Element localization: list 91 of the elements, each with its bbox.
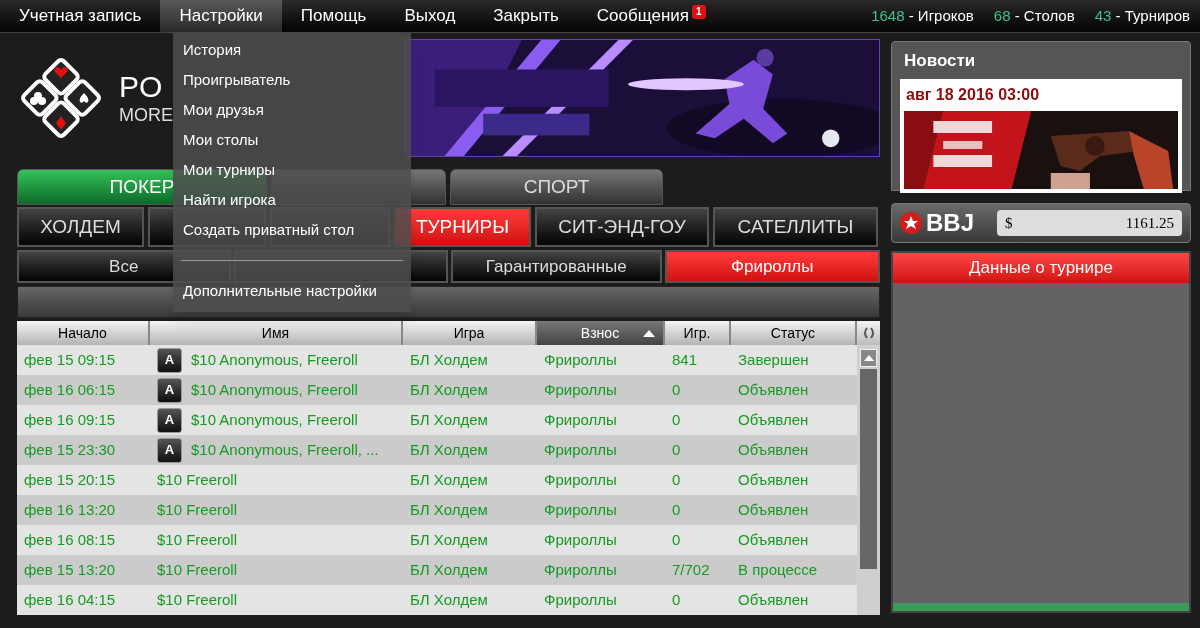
menu-item[interactable]: Выход (385, 0, 475, 32)
column-header[interactable]: Начало (17, 321, 150, 345)
table-cell-text: $10 Anonymous, Freeroll (191, 349, 358, 370)
menu-option[interactable]: Проигрыватель (173, 65, 411, 95)
table-cell-text: БЛ Холдем (410, 529, 488, 550)
table-cell-text: фев 16 04:15 (24, 589, 116, 610)
table-cell-text: фев 16 09:15 (24, 409, 116, 430)
notification-badge: 1 (692, 5, 706, 19)
menu-item[interactable]: Настройки (160, 0, 282, 32)
tab[interactable]: САТЕЛЛИТЫ (713, 207, 878, 247)
table-cell-text: $10 Anonymous, Freeroll (191, 379, 358, 400)
table-cell-text: фев 15 23:30 (24, 439, 116, 460)
table-cell-text: БЛ Холдем (410, 469, 488, 490)
column-header[interactable]: Игра (403, 321, 537, 345)
stat-text: 1648 - Игроков (871, 5, 974, 26)
anonymous-badge: A (157, 347, 182, 373)
stat-text: 43 - Турниров (1094, 5, 1190, 26)
table-cell-text: $10 Anonymous, Freeroll (191, 409, 358, 430)
table-cell-text: $10 Freeroll (157, 589, 238, 610)
column-header[interactable]: Игр. (665, 321, 731, 345)
menu-option[interactable]: История (173, 35, 411, 65)
table-cell-text: Фрироллы (544, 409, 617, 430)
table-cell-text: фев 16 06:15 (24, 379, 116, 400)
table-cell-text: 841 (672, 349, 698, 370)
table-cell-text: 0 (672, 409, 681, 430)
table-cell-text: 7/702 (672, 559, 710, 580)
table-cell-text: фев 16 13:20 (24, 499, 116, 520)
table-cell-text: БЛ Холдем (410, 349, 488, 370)
jackpot-label: BBJ (926, 208, 974, 238)
menu-option[interactable]: Мои столы (173, 125, 411, 155)
table-cell-text: БЛ Холдем (410, 409, 488, 430)
tab[interactable]: Гарантированные (451, 250, 662, 283)
table-cell-text: $10 Freeroll (157, 559, 238, 580)
tab[interactable]: Фрироллы (664, 250, 880, 283)
table-cell-text: Фрироллы (544, 469, 617, 490)
column-header[interactable]: Взнос (537, 321, 665, 345)
logo-title: PO (119, 72, 164, 102)
jackpot-amount: 1161.25 (1125, 213, 1174, 233)
table-cell-text: 0 (672, 469, 681, 490)
menu-item[interactable]: Помощь (281, 0, 386, 32)
tab[interactable]: СПОРТ (450, 169, 663, 205)
table-cell-text: Фрироллы (544, 349, 617, 370)
table-cell-text: $10 Freeroll (157, 469, 238, 490)
table-cell-text: 0 (672, 499, 681, 520)
table-cell-text: Объявлен (738, 499, 809, 520)
table-cell-text: БЛ Холдем (410, 559, 488, 580)
table-cell-text: БЛ Холдем (410, 379, 488, 400)
table-cell-text: 0 (672, 439, 681, 460)
table-cell-text: Фрироллы (544, 379, 617, 400)
tab[interactable]: ХОЛДЕМ (17, 207, 144, 247)
tab[interactable]: СИТ-ЭНД-ГОУ (535, 207, 709, 247)
table-cell-text: фев 16 08:15 (24, 529, 116, 550)
currency-symbol: $ (1005, 213, 1013, 233)
tournament-panel-title: Данные о турнире (893, 253, 1189, 283)
news-title: Новости (903, 50, 977, 72)
table-cell-text: Фрироллы (544, 439, 617, 460)
table-cell-text: Фрироллы (544, 499, 617, 520)
table-cell-text: 0 (672, 379, 681, 400)
table-cell-text: Завершен (738, 349, 809, 370)
table-cell-text: 0 (672, 529, 681, 550)
table-cell-text: $10 Freeroll (157, 499, 238, 520)
column-header[interactable]: Статус (731, 321, 857, 345)
table-cell-text: фев 15 20:15 (24, 469, 116, 490)
table-cell-text: Объявлен (738, 469, 809, 490)
table-cell-text: $10 Anonymous, Freeroll, ... (191, 439, 379, 460)
menu-item[interactable]: Учетная запись (0, 0, 161, 32)
menu-item[interactable]: Закрыть (474, 0, 578, 32)
table-cell-text: БЛ Холдем (410, 499, 488, 520)
table-cell-text: 0 (672, 589, 681, 610)
menu-option[interactable]: Мои друзья (173, 95, 411, 125)
table-cell-text: Фрироллы (544, 559, 617, 580)
logo-subtitle: MORE (119, 106, 173, 124)
table-cell-text: Объявлен (738, 409, 809, 430)
table-cell-text: Фрироллы (544, 589, 617, 610)
table-cell-text: БЛ Холдем (410, 439, 488, 460)
table-cell-text: БЛ Холдем (410, 589, 488, 610)
anonymous-badge: A (157, 377, 182, 403)
table-cell-text: Фрироллы (544, 529, 617, 550)
table-cell-text: Объявлен (738, 379, 809, 400)
anonymous-badge: A (157, 437, 182, 463)
table-cell-text: Объявлен (738, 529, 809, 550)
menu-item[interactable]: Сообщения 1 (577, 0, 725, 32)
anonymous-badge: A (157, 407, 182, 433)
table-cell-text: фев 15 13:20 (24, 559, 116, 580)
table-cell-text: фев 15 09:15 (24, 349, 116, 370)
table-cell-text: $10 Freeroll (157, 529, 238, 550)
table-cell-text: В процессе (738, 559, 818, 580)
table-cell-text: Объявлен (738, 589, 809, 610)
column-header[interactable]: Имя (150, 321, 403, 345)
stat-text: 68 - Столов (993, 5, 1075, 26)
table-cell-text: Объявлен (738, 439, 809, 460)
